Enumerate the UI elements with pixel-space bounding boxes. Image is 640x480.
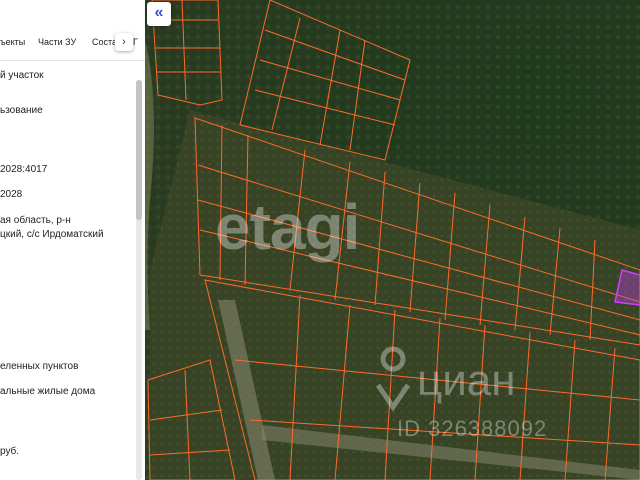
tab-parcel-parts[interactable]: Части ЗУ	[38, 37, 76, 47]
address-line-2: цкий, с/с Ирдоматский	[0, 229, 104, 240]
cadastral-quarter: 2028	[0, 189, 23, 200]
tab-more[interactable]: Г	[133, 37, 138, 47]
permitted-use: ьзование	[0, 105, 43, 116]
land-category-value: еленных пунктов	[0, 361, 79, 372]
chevron-right-icon: ›	[122, 36, 126, 48]
tabs-scroll-right-button[interactable]: ›	[115, 33, 133, 51]
panel-scrollbar[interactable]	[136, 80, 142, 480]
tab-composition[interactable]: Соста	[92, 37, 117, 47]
double-chevron-left-icon: «	[154, 4, 164, 21]
cadastral-cost: руб.	[0, 446, 20, 457]
tab-objects[interactable]: ъекты	[0, 37, 25, 47]
scrollbar-thumb[interactable]	[136, 80, 142, 220]
satellite-map[interactable]: etagi циан ID 326388092	[145, 0, 640, 480]
cadastral-number: 2028:4017	[0, 164, 48, 175]
collapse-panel-button[interactable]: «	[147, 2, 171, 26]
use-type-value: альные жилые дома	[0, 386, 96, 397]
map-canvas	[145, 0, 640, 480]
land-category: й участок	[0, 70, 44, 81]
info-panel: ъекты Части ЗУ Соста Г › й участок ьзова…	[0, 0, 145, 480]
